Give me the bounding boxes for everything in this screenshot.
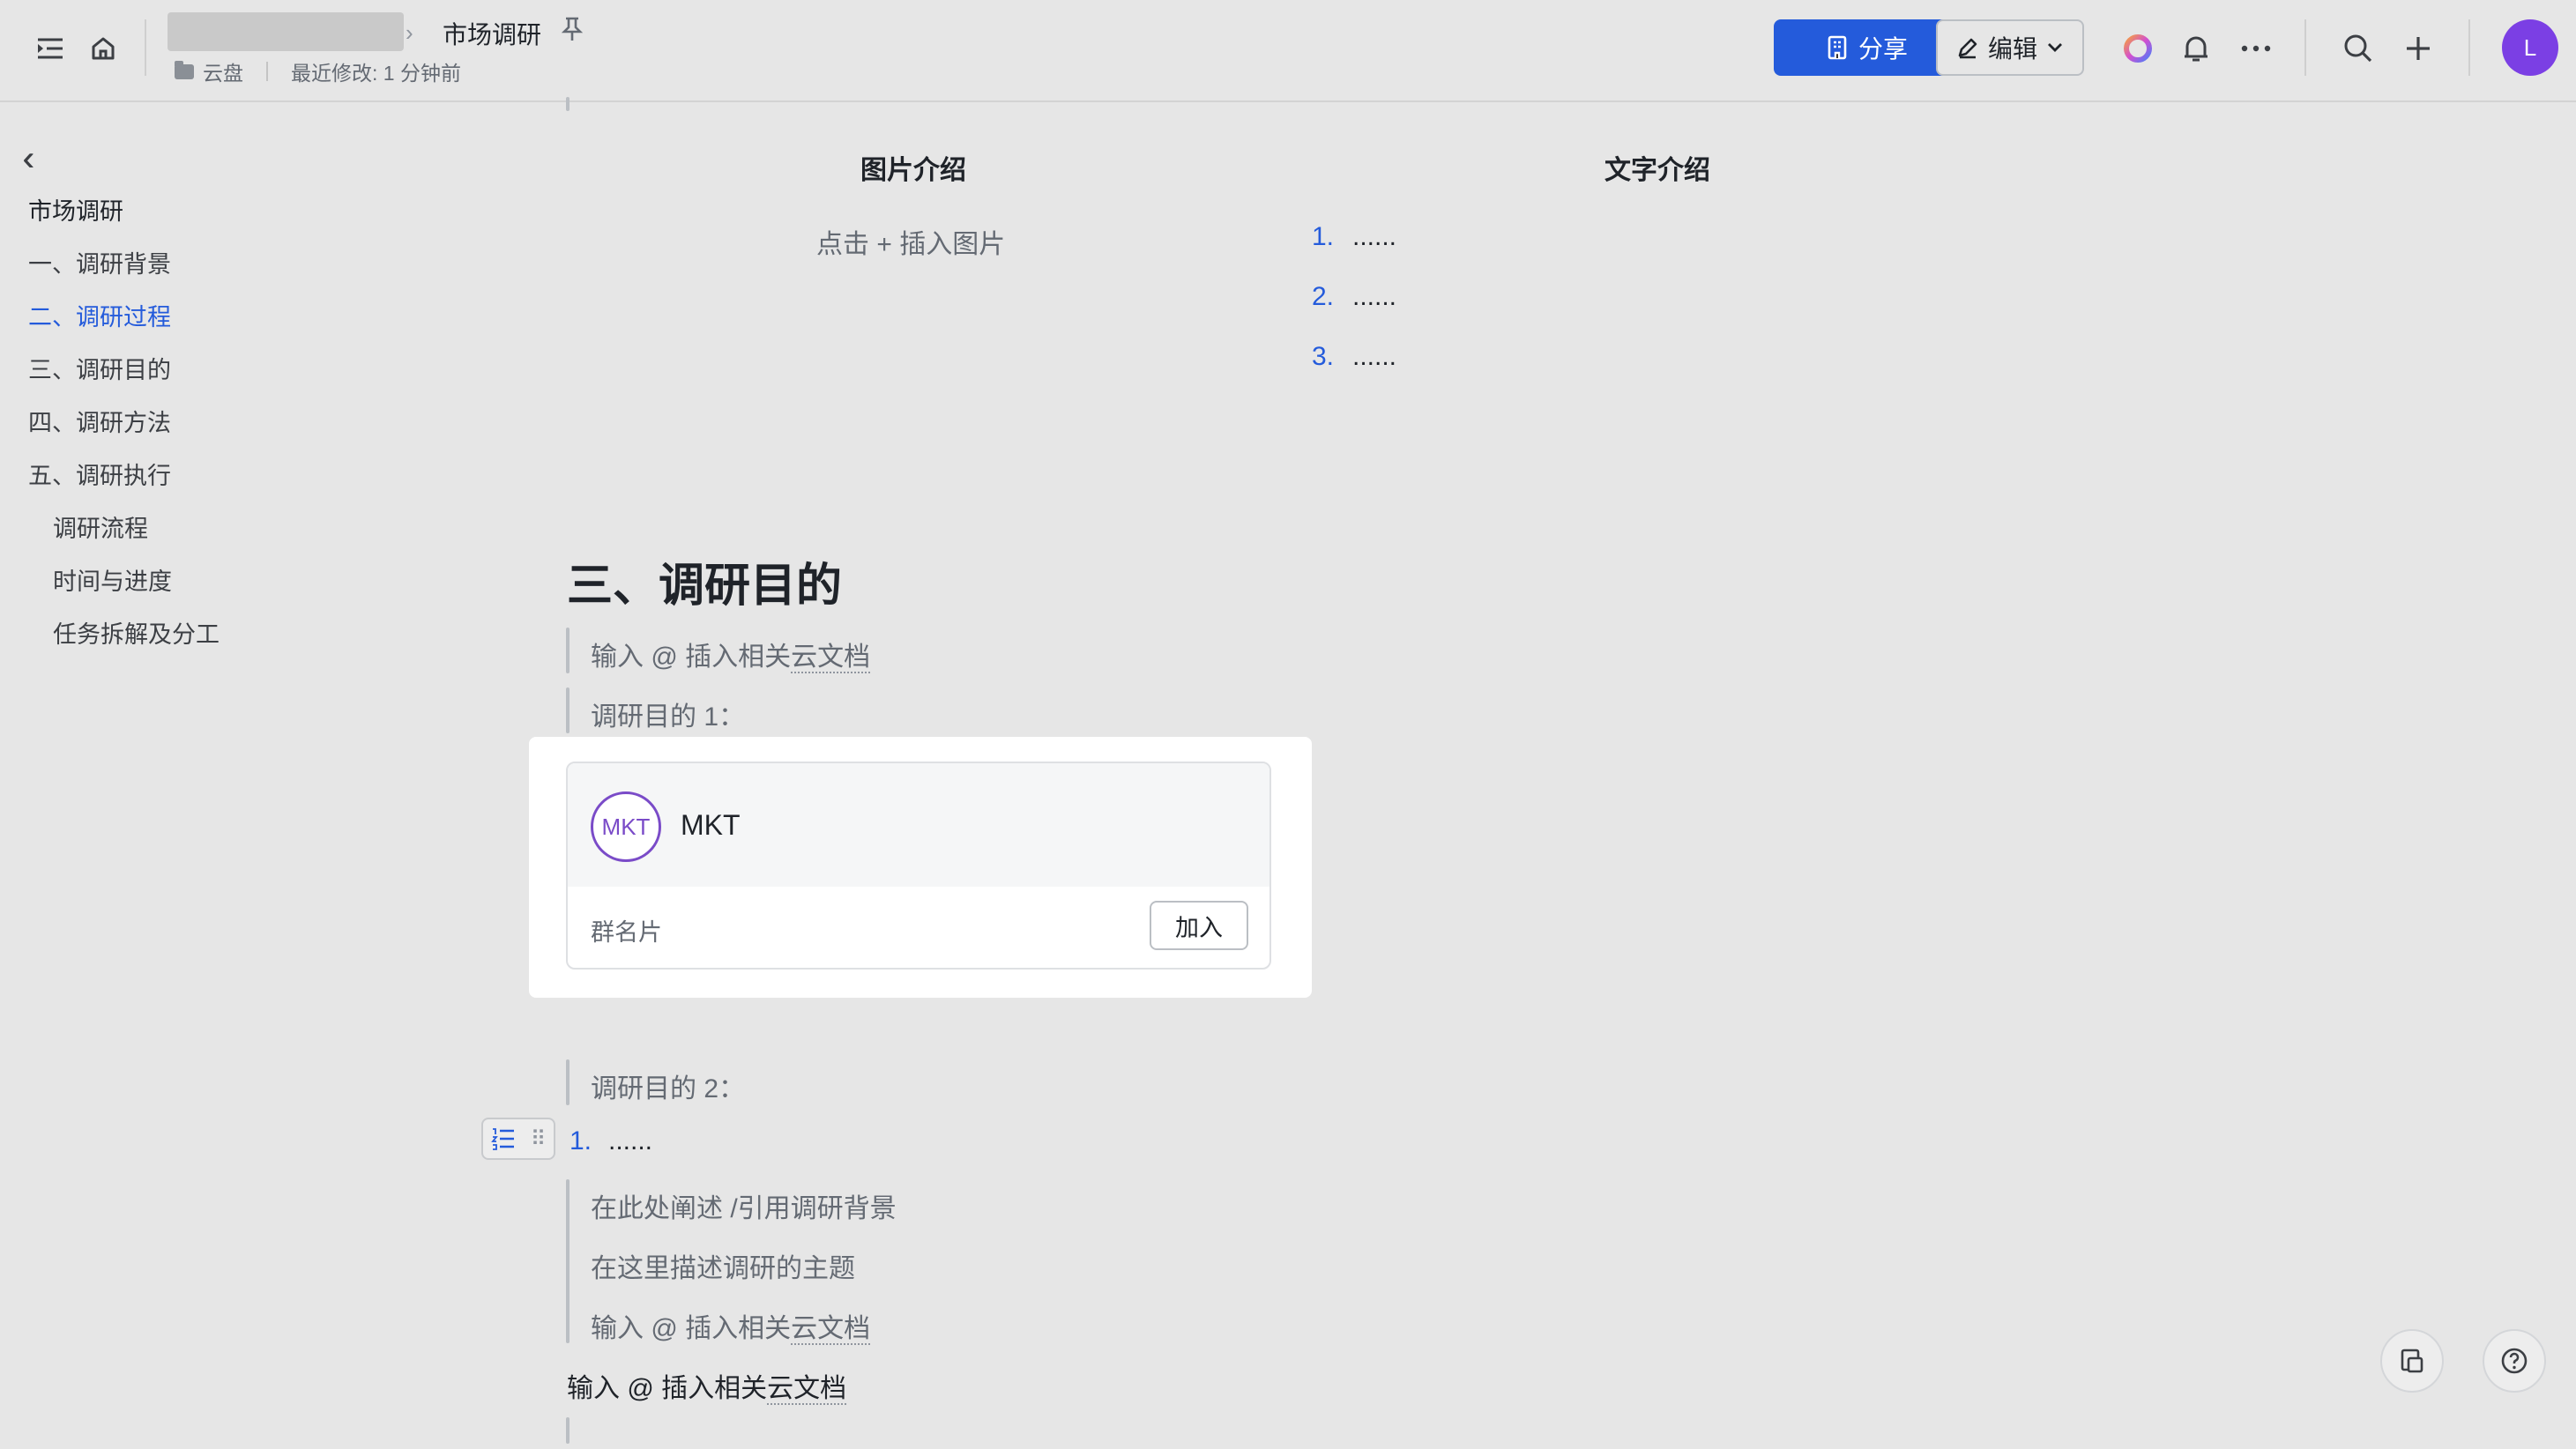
pencil-icon: [1958, 38, 1977, 59]
quote-line[interactable]: 调研目的 1：: [591, 695, 745, 733]
outline-item-schedule[interactable]: 时间与进度: [53, 562, 172, 597]
list-number: 2.: [1312, 282, 1335, 311]
paragraph-prefix: 输入 @ 插入相关: [567, 1374, 768, 1403]
block-handle[interactable]: ⠿: [481, 1118, 555, 1160]
quote-line[interactable]: 在这里描述调研的主题: [591, 1246, 855, 1285]
list-number: 1.: [1312, 222, 1335, 251]
list-item-text[interactable]: ......: [1352, 222, 1396, 252]
folder-icon: [175, 60, 194, 79]
doc-link-text[interactable]: 云文档: [791, 1314, 871, 1345]
quote-bar: [566, 97, 570, 111]
ai-assistant-icon[interactable]: [2118, 28, 2158, 69]
insert-image-placeholder[interactable]: 点击 + 插入图片: [816, 222, 1005, 261]
outline-item-background[interactable]: 一、调研背景: [28, 245, 171, 279]
share-button[interactable]: 分享: [1774, 19, 1961, 76]
notification-bell-icon[interactable]: [2176, 28, 2216, 69]
group-name: MKT: [681, 809, 741, 841]
more-icon[interactable]: [2236, 28, 2276, 69]
group-card-header: [568, 763, 1269, 887]
divider: [2468, 19, 2470, 76]
list-number: 1.: [570, 1126, 592, 1155]
quote-bar: [566, 628, 570, 673]
list-item-text[interactable]: ......: [1352, 342, 1396, 372]
section-heading[interactable]: 三、调研目的: [567, 548, 842, 614]
list-item-text[interactable]: ......: [608, 1126, 652, 1156]
breadcrumb-parent[interactable]: [168, 12, 404, 51]
doc-link-text[interactable]: 云文档: [791, 643, 871, 673]
user-avatar[interactable]: L: [2502, 19, 2558, 76]
pin-icon[interactable]: [561, 16, 584, 48]
edit-mode-button[interactable]: 编辑: [1936, 19, 2084, 76]
divider: [266, 62, 268, 81]
group-card[interactable]: MKT MKT 群名片 加入: [566, 762, 1271, 970]
ordered-list-icon: [490, 1128, 514, 1150]
top-bar: › 市场调研 云盘 最近修改: 1 分钟前 分享 编辑 L: [0, 0, 2576, 102]
document-meta: 云盘 最近修改: 1 分钟前: [175, 56, 461, 86]
quote-bar: [566, 1417, 570, 1444]
document-title[interactable]: 市场调研: [443, 16, 541, 51]
quote-line[interactable]: 输入 @ 插入相关云文档: [591, 635, 871, 673]
join-group-button[interactable]: 加入: [1150, 901, 1248, 950]
drag-handle-icon[interactable]: ⠿: [531, 1126, 547, 1152]
home-icon[interactable]: [85, 30, 122, 67]
chevron-down-icon: [2048, 43, 2062, 52]
help-icon: [2501, 1348, 2528, 1374]
quote-line[interactable]: 在此处阐述 /引用调研背景: [591, 1186, 897, 1225]
quote-text-prefix: 输入 @ 插入相关: [591, 1314, 792, 1343]
quote-text-prefix: 输入 @ 插入相关: [591, 643, 792, 672]
outline-item-process[interactable]: 二、调研过程: [28, 298, 171, 332]
document-info-button[interactable]: [2380, 1329, 2444, 1393]
quote-line[interactable]: 输入 @ 插入相关云文档: [591, 1306, 871, 1345]
building-icon: [1828, 35, 1847, 60]
group-card-block: MKT MKT 群名片 加入: [529, 737, 1312, 998]
search-icon[interactable]: [2338, 28, 2379, 69]
group-avatar: MKT: [591, 791, 661, 862]
quote-line[interactable]: 调研目的 2：: [591, 1066, 745, 1105]
outline-toggle-icon[interactable]: [32, 30, 69, 67]
outline-item-flow[interactable]: 调研流程: [53, 509, 148, 544]
outline-item-purpose[interactable]: 三、调研目的: [28, 351, 171, 385]
share-label: 分享: [1858, 35, 1908, 63]
quote-bar: [566, 1179, 570, 1343]
outline-item-tasks[interactable]: 任务拆解及分工: [53, 615, 220, 650]
column-heading-images: 图片介绍: [860, 156, 966, 185]
quote-bar: [566, 687, 570, 733]
paragraph[interactable]: 输入 @ 插入相关云文档: [567, 1366, 847, 1405]
doc-link-text[interactable]: 云文档: [767, 1374, 847, 1405]
outline-item-method[interactable]: 四、调研方法: [28, 404, 171, 438]
chevron-right-icon: ›: [406, 19, 413, 46]
group-card-label: 群名片: [591, 919, 662, 946]
help-button[interactable]: [2483, 1329, 2546, 1393]
quote-bar: [566, 1059, 570, 1105]
add-icon[interactable]: [2398, 28, 2438, 69]
edit-label: 编辑: [1987, 35, 2037, 63]
last-modified-label: 最近修改: 1 分钟前: [291, 62, 461, 85]
divider: [145, 19, 146, 76]
outline-item-execution[interactable]: 五、调研执行: [28, 457, 171, 491]
list-item-text[interactable]: ......: [1352, 282, 1396, 312]
location-label[interactable]: 云盘: [203, 56, 243, 86]
divider: [2304, 19, 2306, 76]
column-heading-text: 文字介绍: [1604, 156, 1710, 185]
document-info-icon: [2401, 1349, 2423, 1373]
outline-title[interactable]: 市场调研: [28, 192, 123, 227]
list-number: 3.: [1312, 342, 1335, 371]
